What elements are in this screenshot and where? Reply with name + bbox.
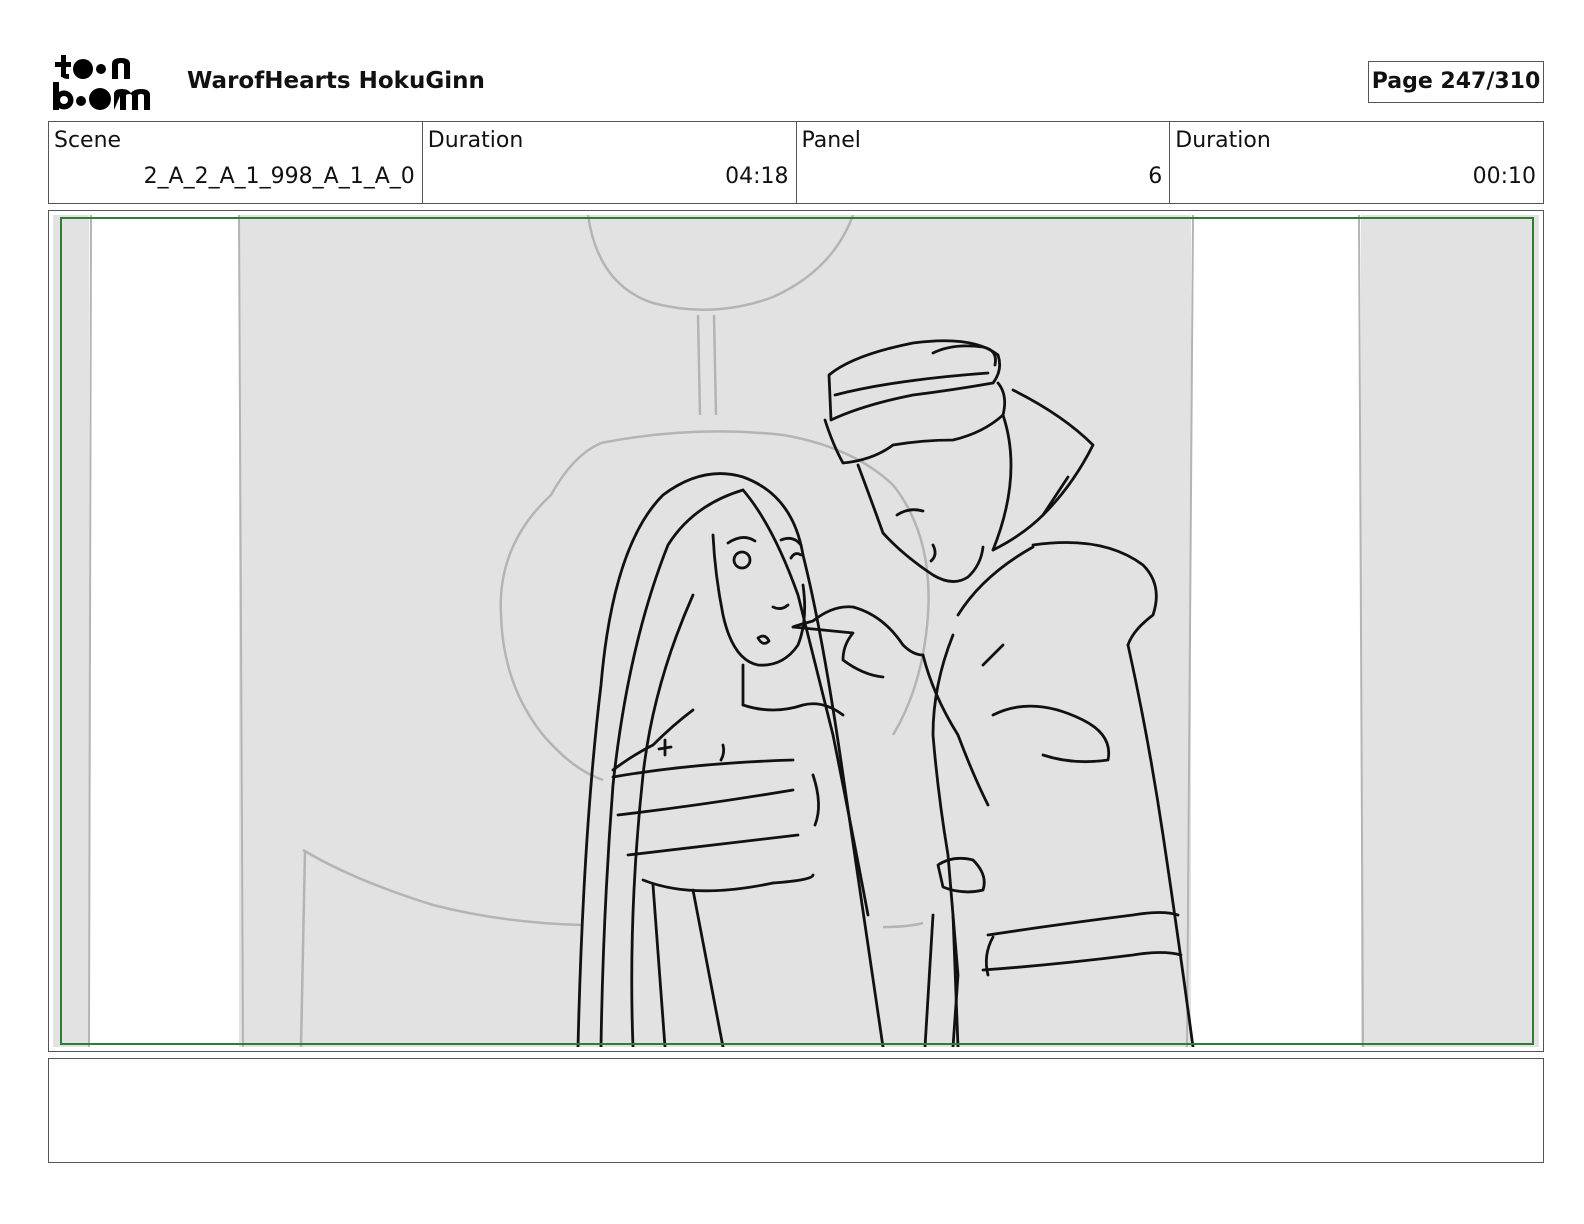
- panel-duration-value: 00:10: [1472, 164, 1536, 189]
- scene-duration-cell: Duration 04:18: [421, 122, 796, 203]
- panel-label: Panel: [801, 128, 861, 153]
- toon-boom-logo: [53, 55, 150, 110]
- panel-duration-cell: Duration 00:10: [1169, 122, 1543, 203]
- scene-cell: Scene 2_A_2_A_1_998_A_1_A_0: [49, 122, 422, 203]
- project-title: WarofHearts HokuGinn: [187, 68, 485, 94]
- panel-sketch: [53, 215, 1539, 1047]
- panel-duration-label: Duration: [1175, 128, 1271, 153]
- page-indicator: Page 247/310: [1368, 61, 1544, 103]
- panel-notes-box[interactable]: [48, 1058, 1544, 1163]
- right-pillar: [1191, 215, 1361, 1047]
- storyboard-panel: [48, 210, 1544, 1052]
- scene-label: Scene: [54, 128, 122, 153]
- panel-value: 6: [1148, 164, 1163, 189]
- left-pillar: [89, 215, 239, 1047]
- panel-cell: Panel 6: [795, 122, 1170, 203]
- scene-duration-value: 04:18: [725, 164, 789, 189]
- scene-info-table: Scene 2_A_2_A_1_998_A_1_A_0 Duration 04:…: [48, 121, 1544, 204]
- scene-value: 2_A_2_A_1_998_A_1_A_0: [143, 164, 415, 189]
- scene-duration-label: Duration: [427, 128, 524, 153]
